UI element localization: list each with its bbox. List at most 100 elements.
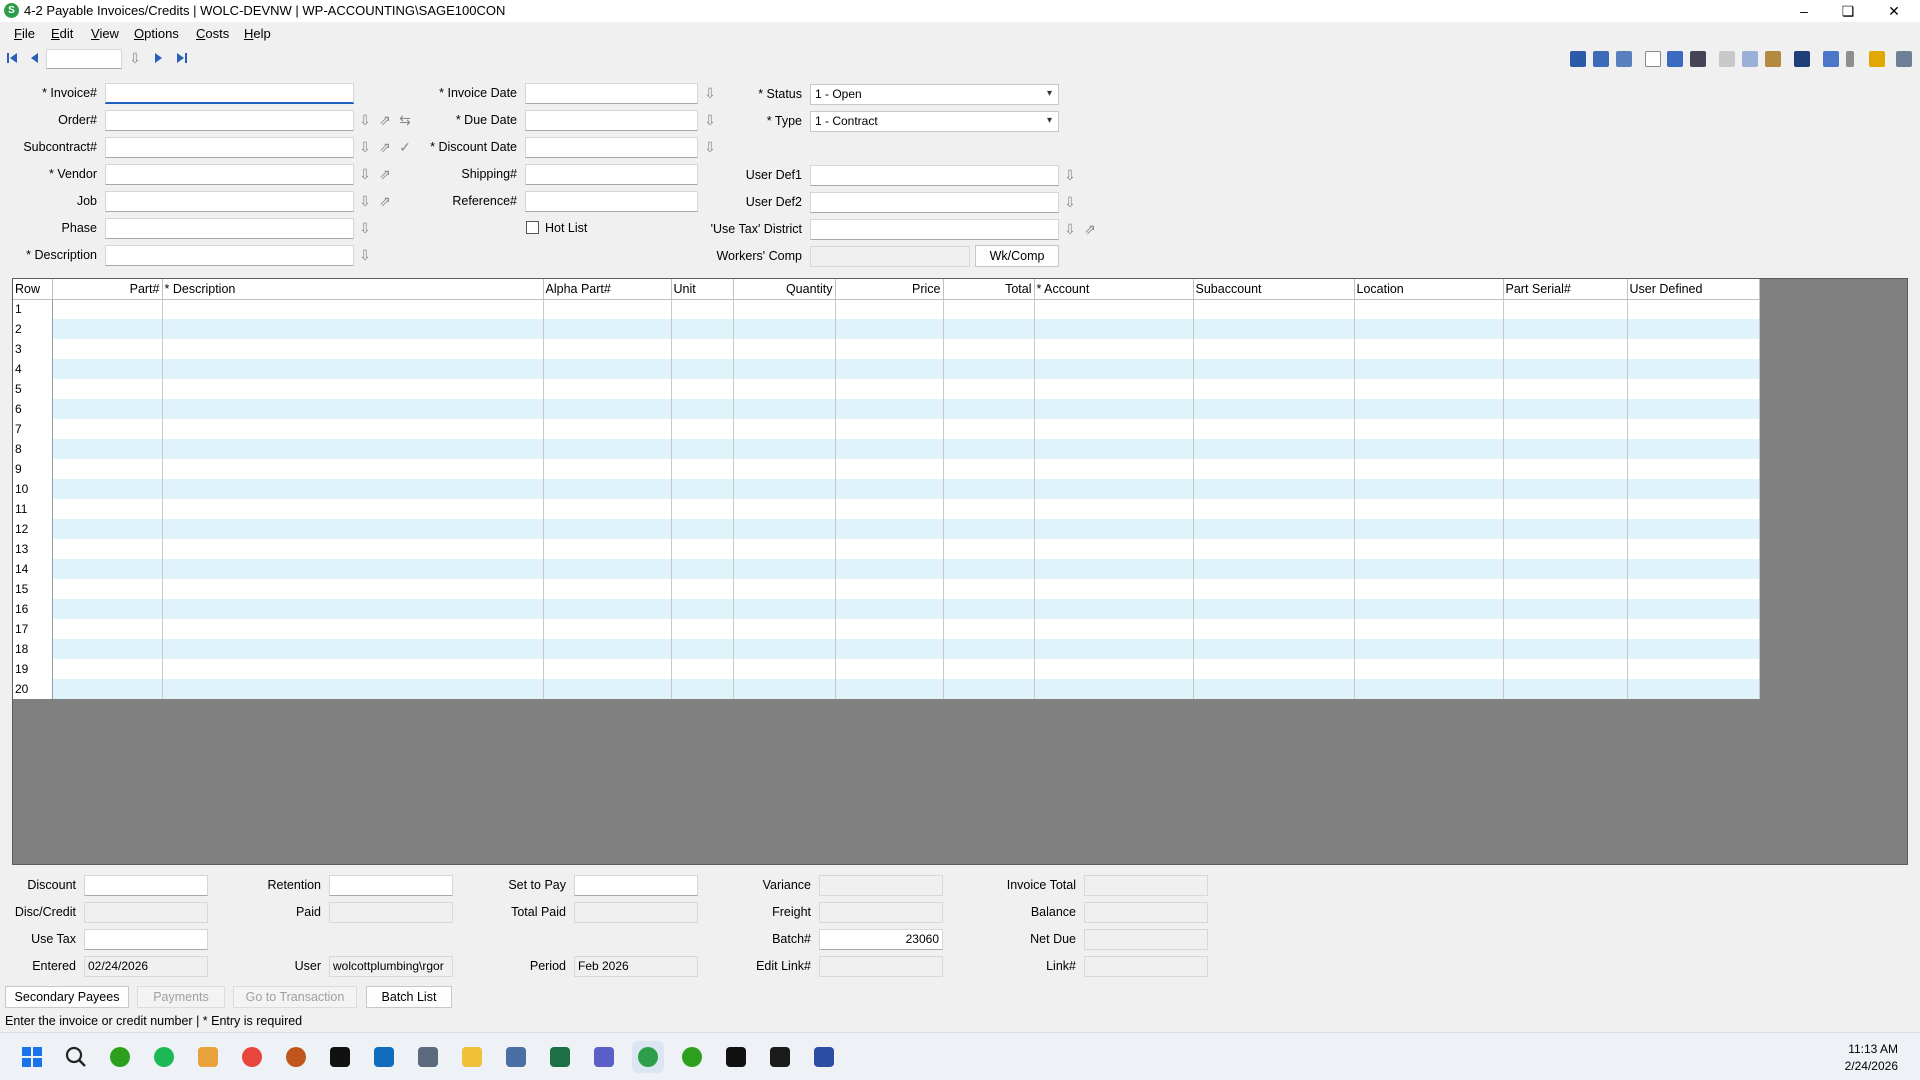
grid-cell[interactable] [943, 359, 1035, 379]
grid-cell[interactable] [733, 539, 836, 559]
subcontract-drilldown-icon[interactable]: ⇗ [378, 139, 392, 155]
table-row[interactable]: 18 [13, 639, 1760, 659]
grid-cell[interactable] [835, 579, 944, 599]
type-select[interactable]: 1 - Contract ▾ [810, 111, 1059, 132]
grid-cell[interactable] [1193, 379, 1355, 399]
grid-cell[interactable] [1193, 439, 1355, 459]
notes-icon[interactable] [1823, 51, 1839, 67]
grid-cell[interactable] [52, 499, 163, 519]
row-number[interactable]: 12 [13, 519, 53, 539]
grid-cell[interactable] [671, 539, 734, 559]
grid-cell[interactable] [1193, 679, 1355, 699]
grid-cell[interactable] [733, 299, 836, 319]
line-items-grid[interactable]: Row Part# * Description Alpha Part# Unit… [12, 278, 1908, 865]
row-number[interactable]: 18 [13, 639, 53, 659]
grid-cell[interactable] [943, 339, 1035, 359]
grid-cell[interactable] [1193, 419, 1355, 439]
grid-cell[interactable] [835, 539, 944, 559]
grid-cell[interactable] [1193, 359, 1355, 379]
new-record-icon[interactable] [1645, 51, 1661, 67]
row-number[interactable]: 7 [13, 419, 53, 439]
grid-cell[interactable] [835, 459, 944, 479]
grid-cell[interactable] [1503, 579, 1628, 599]
use-tax-district-field[interactable] [810, 219, 1059, 240]
grid-cell[interactable] [52, 519, 163, 539]
grid-cell[interactable] [1034, 639, 1194, 659]
menu-edit[interactable]: Edit [51, 26, 73, 41]
grid-cell[interactable] [1627, 659, 1760, 679]
grid-cell[interactable] [1034, 479, 1194, 499]
grid-cell[interactable] [1034, 539, 1194, 559]
job-field[interactable] [105, 191, 354, 212]
menu-costs[interactable]: Costs [196, 26, 229, 41]
grid-cell[interactable] [1354, 339, 1504, 359]
sage-app-icon[interactable] [632, 1041, 664, 1073]
user-def1-lookup-icon[interactable]: ⇩ [1063, 167, 1077, 183]
grid-cell[interactable] [1034, 619, 1194, 639]
grid-cell[interactable] [1503, 479, 1628, 499]
grid-cell[interactable] [1354, 679, 1504, 699]
column-header-alpha-part[interactable]: Alpha Part# [543, 279, 672, 300]
grid-cell[interactable] [1503, 679, 1628, 699]
quickbooks-2-icon[interactable] [676, 1041, 708, 1073]
grid-cell[interactable] [835, 519, 944, 539]
payments-button[interactable]: Payments [137, 986, 225, 1008]
grid-cell[interactable] [1503, 399, 1628, 419]
grid-cell[interactable] [162, 359, 544, 379]
grid-cell[interactable] [52, 479, 163, 499]
chrome-icon[interactable] [236, 1041, 268, 1073]
grid-cell[interactable] [162, 399, 544, 419]
grid-cell[interactable] [835, 559, 944, 579]
print-icon[interactable] [1896, 51, 1912, 67]
row-number[interactable]: 20 [13, 679, 53, 699]
table-row[interactable]: 6 [13, 399, 1760, 419]
grid-cell[interactable] [671, 359, 734, 379]
table-row[interactable]: 20 [13, 679, 1760, 699]
grid-cell[interactable] [1034, 399, 1194, 419]
grid-cell[interactable] [1627, 419, 1760, 439]
grid-cell[interactable] [1627, 359, 1760, 379]
grid-cell[interactable] [1034, 379, 1194, 399]
grid-cell[interactable] [162, 659, 544, 679]
column-header-quantity[interactable]: Quantity [733, 279, 836, 300]
grid-cell[interactable] [943, 639, 1035, 659]
grid-cell[interactable] [835, 419, 944, 439]
grid-cell[interactable] [543, 679, 672, 699]
grid-cell[interactable] [1193, 539, 1355, 559]
grid-cell[interactable] [1354, 519, 1504, 539]
grid-cell[interactable] [52, 459, 163, 479]
grid-cell[interactable] [162, 339, 544, 359]
discount-field[interactable] [84, 875, 208, 896]
grid-cell[interactable] [1627, 579, 1760, 599]
use-tax-district-drilldown-icon[interactable]: ⇗ [1083, 221, 1097, 237]
grid-cell[interactable] [1627, 459, 1760, 479]
save-close-icon[interactable] [1616, 51, 1632, 67]
find-icon[interactable] [1690, 51, 1706, 67]
grid-cell[interactable] [543, 339, 672, 359]
grid-cell[interactable] [52, 379, 163, 399]
grid-cell[interactable] [162, 419, 544, 439]
row-number[interactable]: 2 [13, 319, 53, 339]
row-number[interactable]: 6 [13, 399, 53, 419]
grid-cell[interactable] [1193, 479, 1355, 499]
grid-cell[interactable] [733, 679, 836, 699]
grid-cell[interactable] [943, 459, 1035, 479]
grid-cell[interactable] [1354, 439, 1504, 459]
grid-cell[interactable] [1627, 379, 1760, 399]
grid-cell[interactable] [1354, 579, 1504, 599]
grid-cell[interactable] [835, 679, 944, 699]
column-header-price[interactable]: Price [835, 279, 944, 300]
grid-cell[interactable] [52, 399, 163, 419]
grid-cell[interactable] [1354, 459, 1504, 479]
grid-cell[interactable] [835, 599, 944, 619]
grid-cell[interactable] [943, 539, 1035, 559]
grid-cell[interactable] [1034, 419, 1194, 439]
table-row[interactable]: 14 [13, 559, 1760, 579]
grid-cell[interactable] [671, 639, 734, 659]
table-row[interactable]: 7 [13, 419, 1760, 439]
grid-cell[interactable] [1193, 499, 1355, 519]
grid-cell[interactable] [1503, 299, 1628, 319]
grid-cell[interactable] [1627, 339, 1760, 359]
grid-cell[interactable] [733, 639, 836, 659]
subcontract-field[interactable] [105, 137, 354, 158]
